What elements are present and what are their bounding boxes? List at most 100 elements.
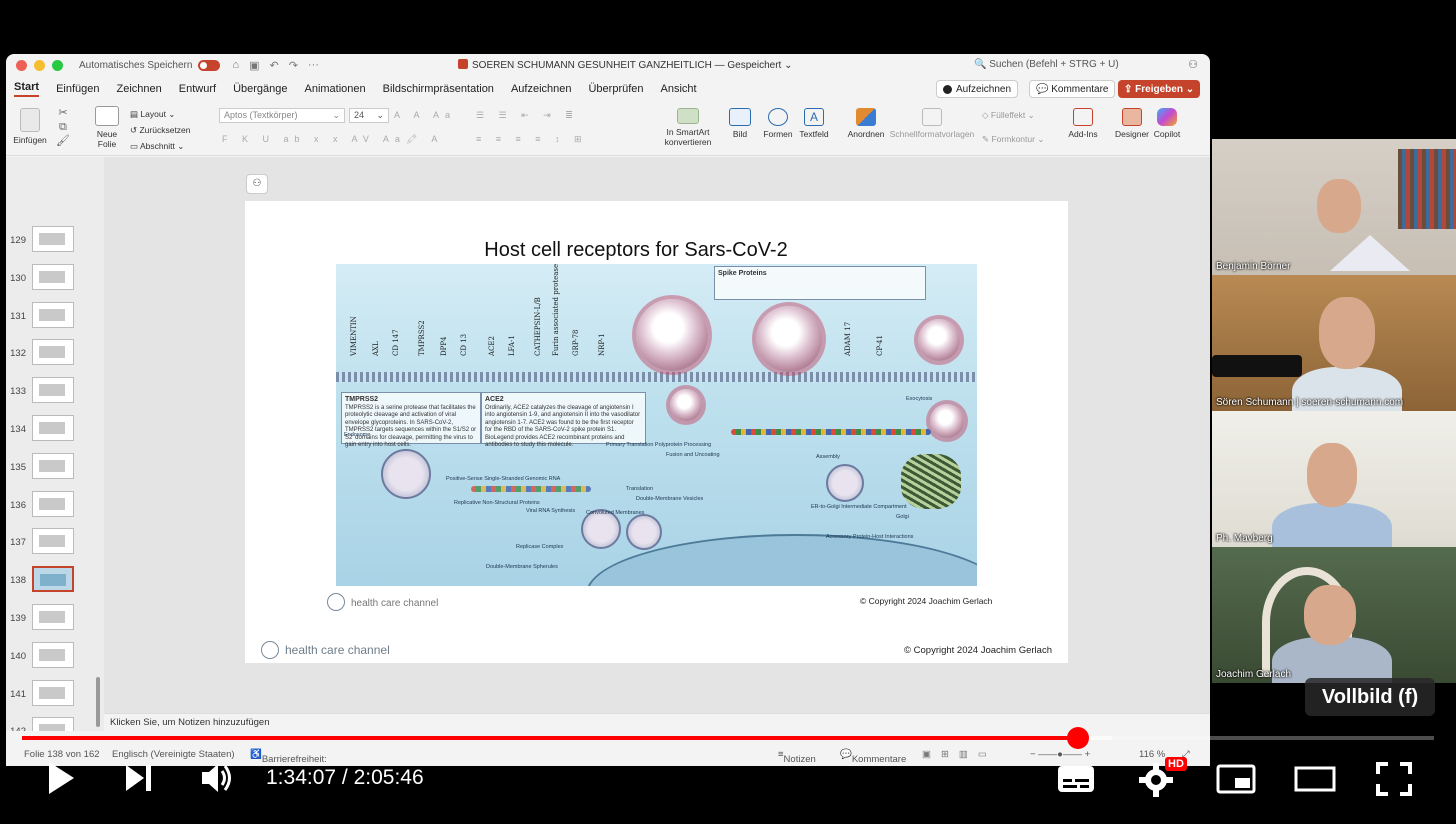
volume-icon[interactable] xyxy=(200,760,234,796)
miniplayer-icon[interactable] xyxy=(1216,764,1256,794)
slide-preview xyxy=(32,415,74,441)
slide-thumbnail: 141 xyxy=(6,676,104,714)
smartart-button: In SmartArt konvertieren xyxy=(658,108,718,147)
participant-name: Sören Schumann | soeren-schumann.com xyxy=(1216,397,1404,408)
fullscreen-tooltip: Vollbild (f) xyxy=(1305,678,1435,716)
window-controls xyxy=(16,59,63,71)
arrange-icon xyxy=(856,108,876,126)
reset-button: ↺ Zurücksetzen xyxy=(130,125,191,135)
picture-button: Bild xyxy=(724,108,756,139)
home-icon: ⌂ xyxy=(232,58,240,71)
font-grow-shrink-icons: A A Aa xyxy=(394,110,457,120)
ribbon-tab: Animationen xyxy=(304,83,366,95)
record-button: Aufzeichnen xyxy=(936,80,1019,98)
participant-name: Joachim Gerlach xyxy=(1216,669,1292,680)
slide-thumbnail: 137 xyxy=(6,524,104,562)
slide-number: 137 xyxy=(10,537,26,549)
slide-thumbnail-pane: 129 130 131 132 133 134 135 136 137 138 139 140 141 1… xyxy=(6,157,104,731)
play-icon[interactable] xyxy=(46,760,76,796)
participant-video: Sören Schumann | soeren-schumann.com xyxy=(1212,275,1456,411)
participant-face xyxy=(1319,297,1375,369)
participant-shirt xyxy=(1272,503,1392,547)
figure-brand: health care channel xyxy=(327,593,438,611)
slide-number: 136 xyxy=(10,499,26,511)
slide-thumbnail: 142 xyxy=(6,713,104,731)
video-player[interactable]: Automatisches Speichern ⌂ ▣ ↶ ↷ ··· SOER… xyxy=(0,0,1456,824)
slide-preview xyxy=(32,301,74,328)
slide-number: 134 xyxy=(10,424,26,435)
copilot-float-icon: ⚇ xyxy=(246,174,268,194)
format-painter-icon: 🖌 xyxy=(56,135,70,147)
replicase-vesicle xyxy=(626,514,662,550)
process-label: Exocytosis xyxy=(906,396,933,402)
powerpoint-icon xyxy=(458,59,468,69)
copy-icon: ⧉ xyxy=(59,121,67,133)
slide-thumbnail: 131 xyxy=(6,298,104,336)
title-bar: Automatisches Speichern ⌂ ▣ ↶ ↷ ··· SOER… xyxy=(6,54,1210,76)
ergic-vesicle xyxy=(826,464,864,502)
bookshelf xyxy=(1398,149,1456,229)
zoom-level: 116 % xyxy=(1139,749,1166,760)
fullscreen-icon[interactable] xyxy=(1376,762,1412,796)
record-icon xyxy=(943,84,952,94)
process-label: Endosome xyxy=(344,432,371,438)
designer-button: Designer xyxy=(1114,108,1150,139)
genomic-rna-strand xyxy=(731,429,931,435)
process-label: Viral RNA Synthesis xyxy=(526,508,576,514)
slide-preview xyxy=(32,377,74,404)
slide-title: Host cell receptors for Sars-CoV-2 xyxy=(484,239,788,261)
redo-icon: ↷ xyxy=(288,59,298,72)
slide-preview xyxy=(32,566,74,593)
autosave-toggle xyxy=(198,59,221,71)
receptor-label: LFA-1 xyxy=(508,335,516,356)
slide-number: 142 xyxy=(8,726,26,731)
designer-icon xyxy=(1122,108,1142,126)
zoom-slider: − ——●—— + xyxy=(1030,749,1091,760)
share-people-icon: ⚇ xyxy=(1188,59,1198,71)
paste-icon xyxy=(20,108,40,132)
process-label: Translation xyxy=(626,486,654,492)
textbox-button: A Textfeld xyxy=(799,108,829,139)
theater-icon[interactable] xyxy=(1294,764,1336,794)
participant-face xyxy=(1304,585,1356,645)
process-label: Replicative Non-Structural Proteins xyxy=(454,500,540,506)
align-icons: ≡ ≡ ≡ ≡ ↕ ⊞ xyxy=(476,134,588,144)
slide-number: 132 xyxy=(10,348,26,360)
slide-thumbnail: 136 xyxy=(6,487,104,525)
process-label: Double-Membrane Spherules xyxy=(486,564,558,570)
progress-scrubber[interactable] xyxy=(1067,727,1090,749)
slide-number: 140 xyxy=(10,650,26,662)
receptor-label: CATHEPSIN-L/B xyxy=(534,297,542,356)
progress-bar-played xyxy=(22,736,1079,740)
participant-video: Benjamin Börner xyxy=(1212,139,1456,275)
quick-styles-button: Schnellformatvorlagen xyxy=(888,108,976,139)
virus-particle xyxy=(670,389,702,421)
genomic-rna-strand xyxy=(471,486,591,492)
figure-copyright: © Copyright 2024 Joachim Gerlach xyxy=(860,596,993,606)
participant-face xyxy=(1307,443,1357,507)
slide-thumbnail: 139 xyxy=(6,600,104,638)
receptor-label: ADAM 17 xyxy=(844,321,852,356)
slide-preview xyxy=(32,717,74,731)
receptor-label: CD 13 xyxy=(460,333,468,356)
process-label: Accessory Protein-Host Interactions xyxy=(826,534,914,540)
receptor-label: CP-41 xyxy=(876,335,884,356)
next-icon[interactable] xyxy=(124,760,154,796)
copilot-button: Copilot xyxy=(1150,108,1184,139)
slide-thumbnail: 133 xyxy=(6,373,104,411)
cell-membrane xyxy=(336,372,977,382)
virus-particle xyxy=(636,299,708,371)
receptor-label: ACE2 xyxy=(488,336,496,356)
subtitles-icon[interactable] xyxy=(1056,764,1096,794)
slide-preview xyxy=(32,452,74,479)
ace2-box: ACE2 Ordinarily, ACE2 catalyzes the cleav… xyxy=(481,392,646,448)
slide-number: 139 xyxy=(10,613,26,624)
addins-button: Add-Ins xyxy=(1068,108,1098,139)
participant-video: Joachim Gerlach xyxy=(1212,547,1456,683)
save-icon: ▣ xyxy=(249,59,260,72)
golgi-apparatus xyxy=(901,454,961,509)
textbox-icon: A xyxy=(804,108,824,126)
ribbon-tab: Einfügen xyxy=(56,83,100,95)
participant-shirt xyxy=(1330,235,1410,271)
slide-thumbnail: 138 xyxy=(6,562,104,600)
